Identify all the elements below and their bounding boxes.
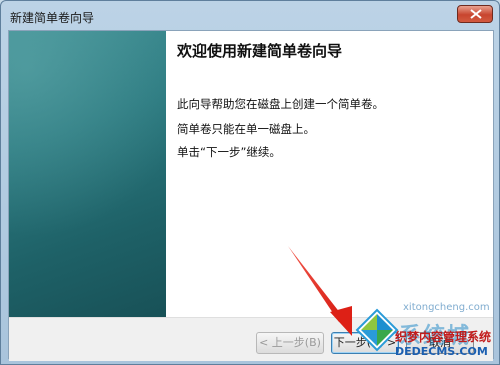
cancel-button[interactable]: 取消 [406, 332, 474, 354]
wizard-description-line: 简单卷只能在单一磁盘上。 [177, 122, 315, 136]
wizard-content: 欢迎使用新建简单卷向导 此向导帮助您在磁盘上创建一个简单卷。 简单卷只能在单一磁… [175, 31, 485, 317]
banner-decoration [9, 31, 166, 251]
wizard-heading: 欢迎使用新建简单卷向导 [177, 42, 343, 60]
title-bar[interactable]: 新建简单卷向导 [1, 1, 499, 29]
close-button[interactable] [457, 5, 493, 23]
wizard-client-area: 欢迎使用新建简单卷向导 此向导帮助您在磁盘上创建一个简单卷。 简单卷只能在单一磁… [8, 30, 494, 361]
close-icon [470, 9, 482, 19]
button-bar: < 上一步(B) 下一步(N) > 取消 [9, 317, 493, 361]
back-button[interactable]: < 上一步(B) [256, 332, 324, 354]
wizard-description-line: 单击“下一步”继续。 [177, 145, 281, 159]
wizard-window: 新建简单卷向导 欢迎使用新建简单卷向导 此向导帮助您在磁盘上创建一个简单卷。 简… [0, 0, 500, 365]
window-title: 新建简单卷向导 [10, 11, 95, 25]
next-button[interactable]: 下一步(N) > [331, 332, 399, 354]
wizard-description-line: 此向导帮助您在磁盘上创建一个简单卷。 [177, 97, 384, 111]
wizard-side-banner [9, 31, 166, 317]
